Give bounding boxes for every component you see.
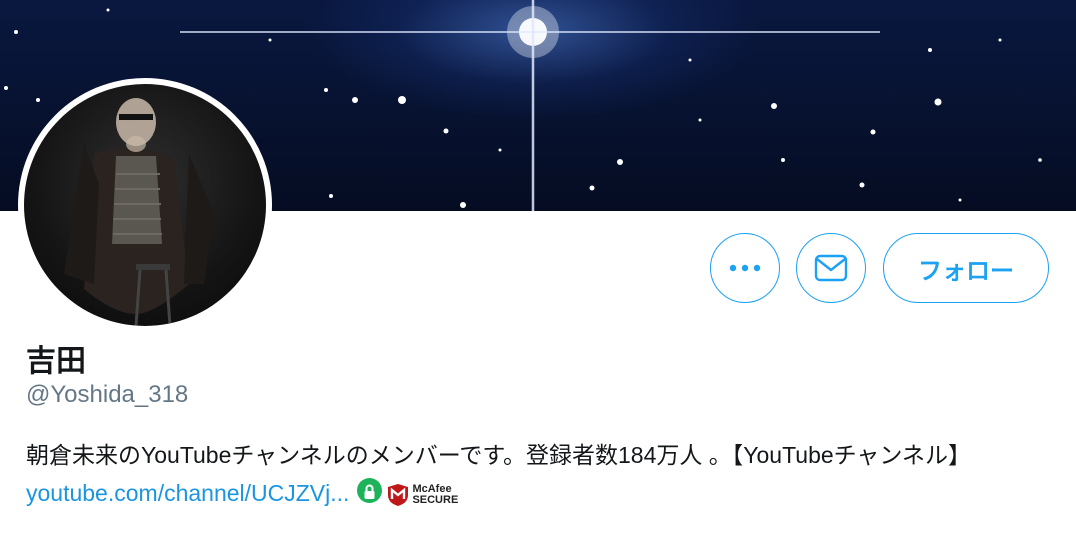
more-button[interactable] (710, 233, 780, 303)
person-silhouette (64, 98, 214, 326)
profile-avatar[interactable] (18, 78, 272, 332)
profile-handle: @Yoshida_318 (26, 381, 189, 408)
mcafee-line2: SECURE (412, 494, 459, 506)
lock-icon (357, 478, 383, 503)
profile-bio: 朝倉未来のYouTubeチャンネルのメンバーです。登録者数184万人 。【You… (26, 436, 1056, 512)
mcafee-shield-icon (388, 484, 409, 506)
mail-icon (814, 254, 848, 282)
follow-button-label: フォロー (918, 256, 1014, 285)
bio-text: 朝倉未来のYouTubeチャンネルのメンバーです。登録者数184万人 。【You… (26, 442, 971, 468)
avatar-photo (24, 84, 266, 326)
more-icon (729, 264, 761, 272)
mcafee-secure-badge: McAfee SECURE (386, 483, 458, 507)
follow-button[interactable]: フォロー (883, 233, 1049, 303)
profile-name: 吉田 (26, 344, 86, 379)
message-button[interactable] (796, 233, 866, 303)
bio-link[interactable]: youtube.com/channel/UCJZVj... (26, 480, 349, 506)
